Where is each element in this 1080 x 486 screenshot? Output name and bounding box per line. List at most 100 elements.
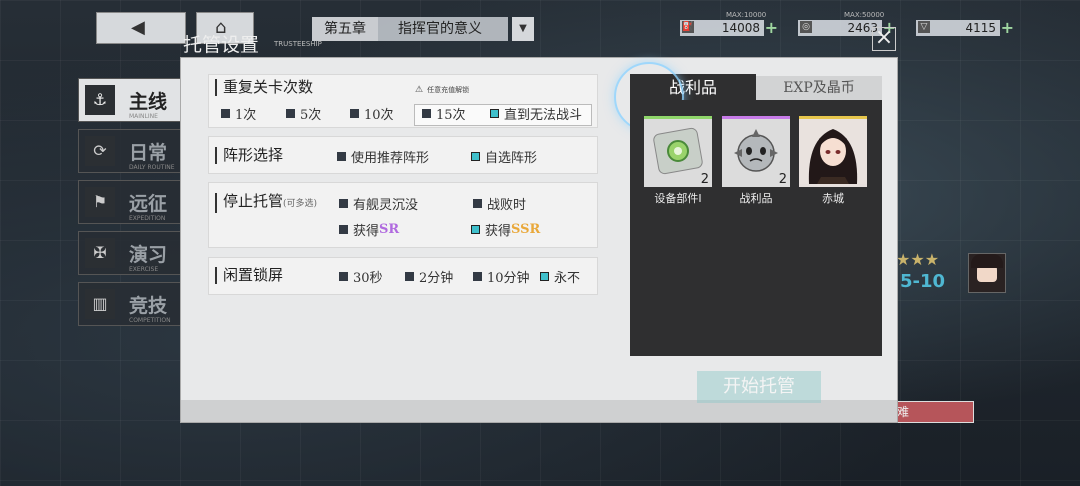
- sidebar-item-competition[interactable]: ▥ 竞技 COMPETITION: [78, 282, 182, 326]
- tab-exp[interactable]: EXP及晶币: [756, 76, 882, 100]
- idle-option-30s[interactable]: 30秒: [339, 267, 383, 286]
- ssr-tag: SSR: [511, 222, 541, 237]
- resource-value: 14008: [721, 21, 760, 35]
- difficulty-badge[interactable]: 难: [894, 401, 974, 423]
- start-trusteeship-button[interactable]: 开始托管: [697, 371, 821, 403]
- option-label: 10分钟: [487, 271, 530, 286]
- stage-avatar: [968, 253, 1006, 293]
- checkbox: [473, 272, 482, 281]
- option-label: 直到无法战斗: [504, 108, 583, 123]
- checkbox-checked: [471, 152, 480, 161]
- stars: ★★★: [896, 250, 940, 269]
- repeat-section: 重复关卡次数 ⚠ 任意充值解锁 1次 5次 10次 15次 直到无法战斗: [208, 74, 598, 128]
- sidebar-item-daily[interactable]: ⟳ 日常 DAILY ROUTINE: [78, 129, 182, 173]
- idle-section: 闲置锁屏 30秒 2分钟 10分钟 永不: [208, 257, 598, 295]
- loot-item-part[interactable]: 2: [644, 116, 712, 187]
- option-label: 自选阵形: [485, 151, 538, 166]
- option-label: 获得: [485, 224, 512, 239]
- loot-name: 设备部件I: [654, 192, 702, 205]
- ammo-icon: ◎: [800, 21, 812, 33]
- close-button[interactable]: ×: [872, 27, 896, 51]
- warning-icon: ⚠: [415, 85, 424, 95]
- idle-option-2min[interactable]: 2分钟: [405, 267, 453, 286]
- option-label: 永不: [554, 271, 581, 286]
- option-label: 1次: [235, 108, 257, 123]
- repeat-option-10[interactable]: 10次: [350, 104, 394, 123]
- chevron-down-icon[interactable]: ▼: [512, 17, 534, 41]
- checkbox-checked: [490, 109, 499, 118]
- idle-option-never[interactable]: 永不: [540, 267, 580, 286]
- checkbox: [286, 109, 295, 118]
- recharge-warning: ⚠ 任意充值解锁: [415, 85, 469, 95]
- checkbox: [405, 272, 414, 281]
- option-label: 2分钟: [419, 271, 454, 286]
- sidebar-item-mainline[interactable]: ⚓ 主线 MAINLINE: [78, 78, 182, 122]
- sidebar-item-expedition[interactable]: ⚑ 远征 EXPEDITION: [78, 180, 182, 224]
- loot-name: 赤城: [822, 192, 844, 205]
- sidebar-label: 主线: [129, 90, 168, 113]
- sidebar-label: 演习: [129, 243, 168, 266]
- loot-name: 战利品: [739, 192, 773, 205]
- sidebar-label: 日常: [129, 141, 168, 164]
- option-label: 使用推荐阵形: [351, 151, 430, 166]
- checkbox: [339, 272, 348, 281]
- close-icon: ×: [874, 25, 894, 50]
- chapter-selector[interactable]: 第五章 指挥官的意义 ▼: [312, 16, 534, 42]
- stop-hint: (可多选): [283, 199, 318, 209]
- repeat-option-15[interactable]: 15次: [422, 104, 466, 123]
- chapter-name: 指挥官的意义: [378, 17, 508, 41]
- option-label: 10次: [364, 108, 394, 123]
- checkbox: [339, 199, 348, 208]
- formation-option-custom[interactable]: 自选阵形: [471, 147, 537, 166]
- checkbox: [473, 199, 482, 208]
- checkbox: [339, 225, 348, 234]
- option-label: 30秒: [353, 271, 383, 286]
- repeat-option-until-fail[interactable]: 直到无法战斗: [490, 104, 582, 123]
- stop-option-sr[interactable]: 获得 SR: [339, 220, 399, 239]
- checkbox-checked: [471, 225, 480, 234]
- option-label: 战败时: [487, 198, 527, 213]
- add-steel-button[interactable]: +: [1001, 18, 1014, 37]
- formation-section: 阵形选择 使用推荐阵形 自选阵形: [208, 136, 598, 174]
- resource-max: MAX:10000: [726, 11, 767, 19]
- stop-title-text: 停止托管: [223, 192, 284, 210]
- checkbox: [337, 152, 346, 161]
- sidebar-sub: COMPETITION: [129, 317, 171, 324]
- item-count: 2: [700, 172, 709, 187]
- stop-title: 停止托管(可多选): [215, 193, 317, 213]
- checkbox-checked: [540, 272, 549, 281]
- stop-option-ssr[interactable]: 获得 SSR: [471, 220, 540, 239]
- formation-title: 阵形选择: [215, 147, 283, 164]
- sr-tag: SR: [379, 222, 400, 237]
- repeat-option-5[interactable]: 5次: [286, 104, 321, 123]
- sidebar-item-exercise[interactable]: ✠ 演习 EXERCISE: [78, 231, 182, 275]
- repeat-option-1[interactable]: 1次: [221, 104, 256, 123]
- checkbox: [350, 109, 359, 118]
- warning-text: 任意充值解锁: [427, 86, 470, 94]
- option-label: 有舰灵沉没: [353, 198, 419, 213]
- idle-title: 闲置锁屏: [215, 267, 283, 284]
- loot-item-spoils[interactable]: 2: [722, 116, 790, 187]
- dialog-title: 托管设置: [183, 34, 260, 56]
- dialog-subtitle: TRUSTEESHIP: [274, 40, 322, 48]
- option-label: 5次: [300, 108, 322, 123]
- back-button[interactable]: ◀: [96, 12, 186, 44]
- akagi-portrait: [799, 119, 867, 184]
- loot-item-akagi[interactable]: [799, 116, 867, 187]
- idle-option-10min[interactable]: 10分钟: [473, 267, 530, 286]
- option-label: 获得: [353, 224, 380, 239]
- mainline-icon: ⚓: [85, 85, 115, 115]
- stop-option-defeat[interactable]: 战败时: [473, 194, 526, 213]
- daily-icon: ⟳: [85, 136, 115, 166]
- steel-icon: ▽: [918, 21, 930, 33]
- add-fuel-button[interactable]: +: [765, 18, 778, 37]
- stage-label[interactable]: 5-10: [900, 271, 945, 292]
- sidebar-sub: DAILY ROUTINE: [129, 164, 175, 171]
- resource-max: MAX:50000: [844, 11, 885, 19]
- formation-option-recommended[interactable]: 使用推荐阵形: [337, 147, 429, 166]
- resource-ammo: MAX:50000 ◎ 2463 +: [798, 11, 896, 37]
- chapter-number: 第五章: [312, 17, 378, 41]
- resource-fuel: MAX:10000 ⛽ 14008 +: [680, 11, 778, 37]
- stop-option-sunk[interactable]: 有舰灵沉没: [339, 194, 418, 213]
- sidebar-sub: EXPEDITION: [129, 215, 166, 222]
